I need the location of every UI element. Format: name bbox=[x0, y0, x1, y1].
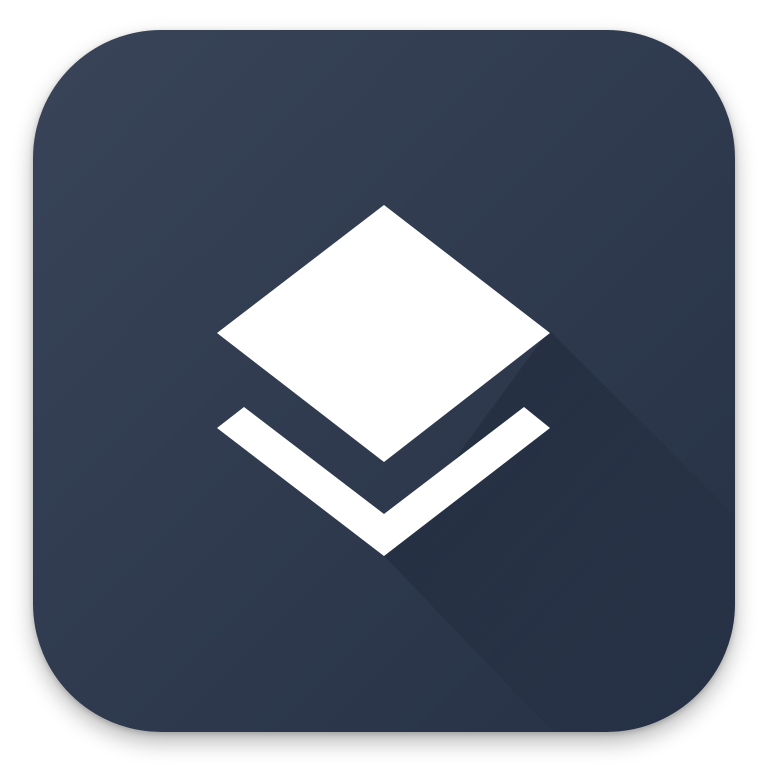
layers-icon bbox=[33, 30, 735, 732]
icon-canvas bbox=[0, 0, 768, 765]
app-icon[interactable] bbox=[33, 30, 735, 732]
